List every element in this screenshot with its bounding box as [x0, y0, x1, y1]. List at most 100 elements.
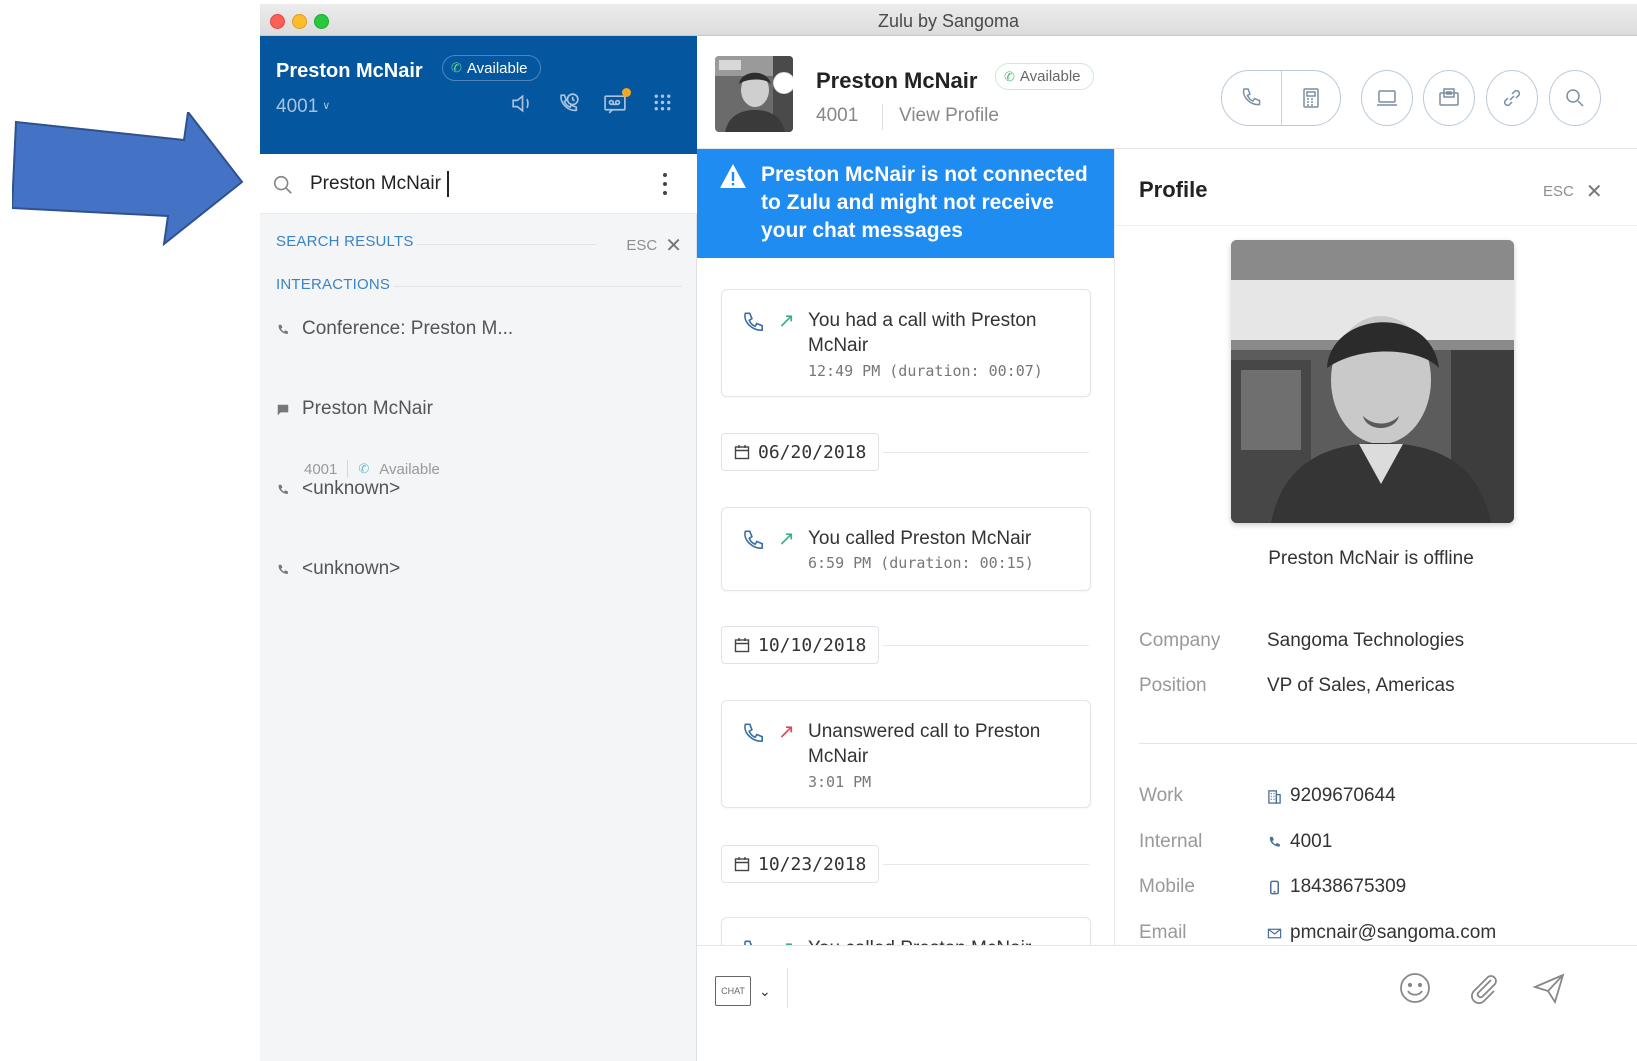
message-composer: CHAT ⌄ — [697, 945, 1637, 1061]
send-icon[interactable] — [1531, 970, 1567, 1006]
divider — [394, 286, 682, 287]
esc-label: ESC — [1543, 183, 1574, 200]
clear-search-button[interactable]: ESC ✕ — [626, 233, 682, 258]
phone-icon — [276, 483, 290, 497]
search-icon — [272, 174, 294, 196]
internal-phone-link[interactable]: 4001 — [1267, 831, 1332, 853]
outgoing-arrow-icon: ↗ — [778, 310, 795, 332]
dialpad-icon[interactable] — [650, 91, 675, 116]
close-icon: ✕ — [1585, 181, 1603, 203]
conversation-feed: Preston McNair is not connected to Zulu … — [697, 149, 1115, 945]
speaker-icon[interactable] — [509, 91, 534, 116]
phone-icon — [276, 563, 290, 577]
result-item[interactable]: <unknown> — [276, 478, 400, 500]
status-label: Available — [466, 59, 528, 77]
extension-selector[interactable]: 4001 ∨ — [276, 96, 330, 118]
profile-panel: Profile ESC ✕ Preston McNair is offline — [1115, 149, 1637, 945]
result-status: Available — [379, 460, 440, 478]
call-actions — [1221, 70, 1341, 126]
result-label: <unknown> — [302, 478, 401, 499]
divider — [883, 864, 1089, 865]
phone-icon — [1269, 836, 1280, 847]
result-item[interactable]: Conference: Preston M... — [276, 318, 513, 340]
divider — [1115, 225, 1637, 226]
offline-status: Preston McNair is offline — [1268, 548, 1474, 569]
date-label: 10/23/2018 — [758, 853, 867, 875]
sidebar: Preston McNair ✆ Available 4001 ∨ Presto… — [260, 36, 697, 1061]
unanswered-arrow-icon: ↗ — [778, 721, 795, 743]
phone-icon: ✆ — [451, 60, 462, 75]
current-user-name: Preston McNair — [276, 60, 423, 82]
call-meta: 3:01 PM — [808, 773, 872, 791]
desk-phone-button[interactable] — [1280, 71, 1341, 125]
close-icon: ✕ — [665, 235, 682, 257]
divider — [787, 968, 788, 1008]
extension-label: 4001 — [276, 96, 319, 117]
window-title: Zulu by Sangoma — [877, 11, 1020, 31]
call-card[interactable]: ↗ Unanswered call to Preston McNair 3:01… — [721, 700, 1091, 808]
email-link[interactable]: pmcnair@sangoma.com — [1267, 922, 1496, 944]
avatar[interactable] — [715, 56, 793, 132]
divider — [347, 460, 349, 478]
result-item[interactable]: Preston McNair — [276, 398, 433, 420]
result-label: Conference: Preston M... — [302, 318, 514, 339]
phone-icon — [744, 530, 764, 549]
building-icon — [1268, 789, 1281, 804]
chat-icon — [276, 403, 290, 417]
screen-share-button[interactable] — [1361, 70, 1413, 126]
date-separator: 10/23/2018 — [721, 845, 880, 883]
field-label: Email — [1139, 922, 1187, 943]
chat-badge-icon — [773, 72, 793, 94]
call-description: You called Preston McNair — [808, 528, 1032, 549]
result-item[interactable]: <unknown> — [276, 558, 400, 580]
work-phone-link[interactable]: 9209670644 — [1267, 785, 1396, 807]
close-profile-button[interactable]: ESC ✕ — [1543, 179, 1603, 204]
chevron-down-icon: ∨ — [322, 100, 331, 112]
search-conversation-button[interactable] — [1549, 70, 1601, 126]
email-value: pmcnair@sangoma.com — [1290, 922, 1497, 943]
message-mode-selector[interactable]: CHAT ⌄ — [715, 976, 771, 1006]
calendar-icon — [734, 445, 750, 460]
phone-icon — [276, 323, 290, 337]
search-results-heading: SEARCH RESULTS — [276, 233, 414, 250]
attachment-icon[interactable] — [1465, 970, 1501, 1006]
divider — [1139, 743, 1637, 744]
mobile-value: 18438675309 — [1290, 876, 1407, 897]
more-options-icon[interactable] — [655, 170, 675, 198]
call-card[interactable]: ↗ You called Preston McNair 6:59 PM (dur… — [721, 507, 1091, 591]
mobile-phone-link[interactable]: 18438675309 — [1267, 876, 1406, 898]
app-window: Zulu by Sangoma Preston McNair ✆ Availab… — [260, 4, 1637, 1061]
phone-icon — [744, 312, 764, 331]
calendar-icon — [734, 638, 750, 653]
emoji-icon[interactable] — [1397, 970, 1433, 1006]
phone-icon — [744, 723, 764, 742]
position-value: VP of Sales, Americas — [1267, 675, 1455, 696]
phone-icon: ✆ — [1004, 68, 1015, 84]
view-profile-link[interactable]: View Profile — [899, 105, 999, 127]
call-description: You called Preston McNair — [808, 936, 1072, 945]
divider — [883, 452, 1089, 453]
chat-mode-icon: CHAT — [715, 976, 751, 1006]
result-label: <unknown> — [302, 558, 401, 579]
divider — [883, 645, 1089, 646]
search-input[interactable] — [310, 168, 610, 200]
fax-button[interactable] — [1423, 70, 1475, 126]
call-card[interactable]: ↗ You called Preston McNair — [721, 917, 1091, 945]
date-separator: 10/10/2018 — [721, 626, 880, 664]
result-extension: 4001 — [304, 460, 338, 478]
link-button[interactable] — [1486, 70, 1538, 126]
user-header: Preston McNair ✆ Available 4001 ∨ — [260, 36, 697, 154]
call-card[interactable]: ↗ You had a call with Preston McNair 12:… — [721, 289, 1091, 397]
call-button[interactable] — [1222, 71, 1281, 125]
annotation-arrow — [12, 112, 244, 246]
warning-icon — [720, 164, 746, 188]
voicemail-icon[interactable] — [603, 88, 631, 116]
field-label: Company — [1139, 630, 1221, 651]
call-history-icon[interactable] — [556, 91, 581, 116]
search-bar — [260, 154, 697, 214]
current-user-status-badge[interactable]: ✆ Available — [442, 55, 541, 81]
interactions-heading: INTERACTIONS — [276, 276, 391, 293]
field-label: Position — [1139, 675, 1207, 696]
field-label: Work — [1139, 785, 1183, 806]
alert-text: Preston McNair is not connected to Zulu … — [761, 163, 1088, 242]
